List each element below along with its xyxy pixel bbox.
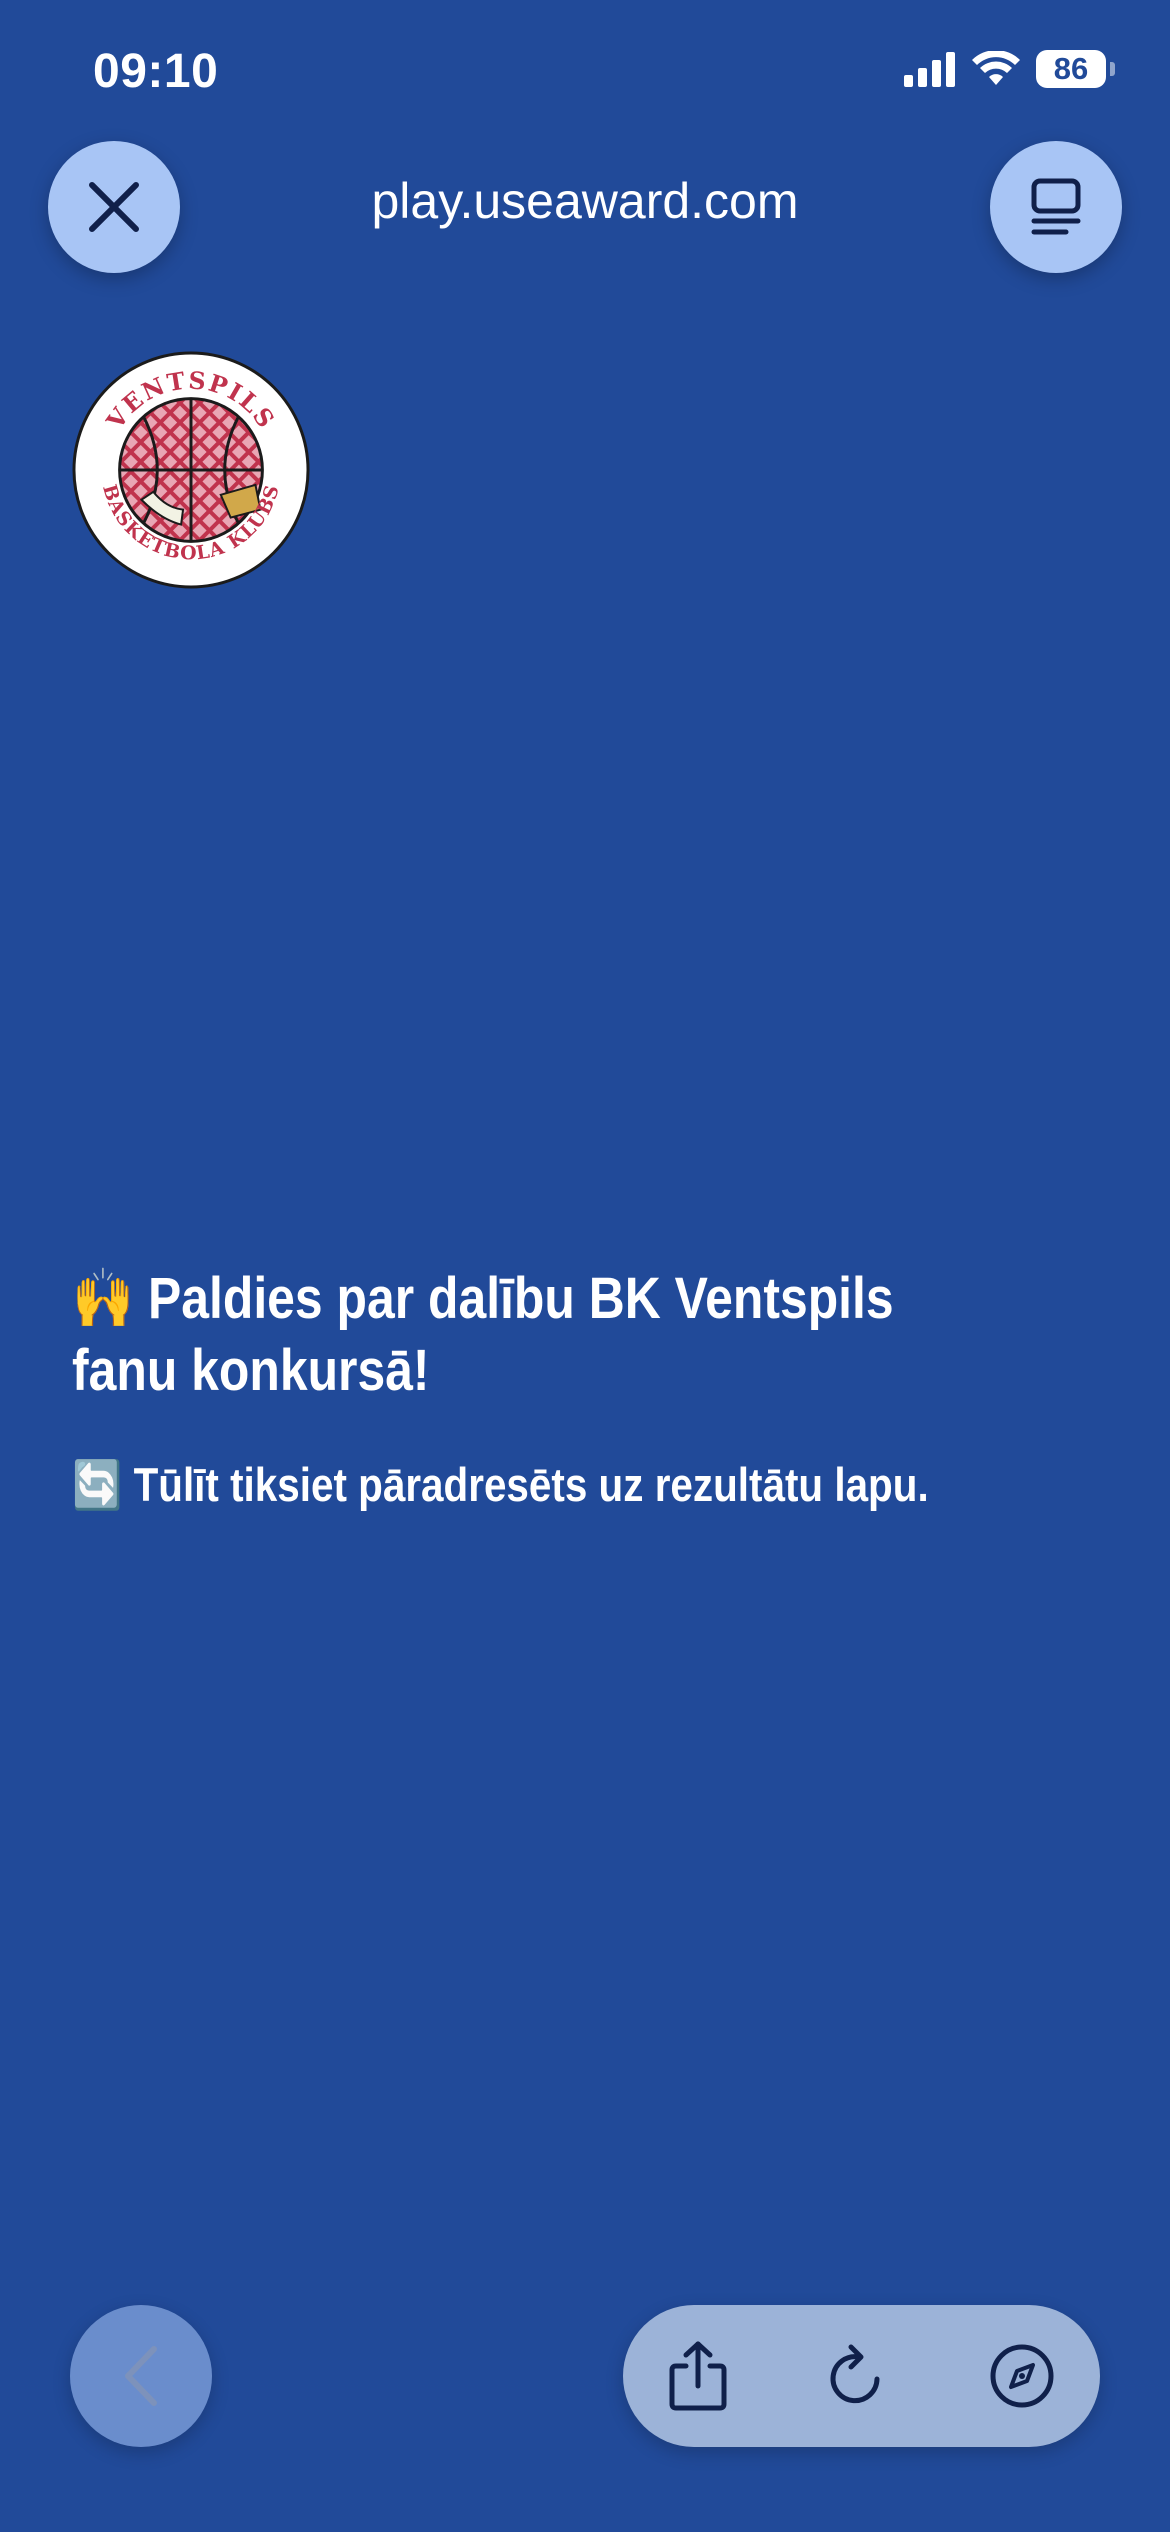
refresh-emoji: 🔄: [72, 1458, 123, 1513]
page-menu-icon: [1031, 178, 1081, 235]
redirect-text: Tūlīt tiksiet pāradresēts uz rezultātu l…: [133, 1458, 929, 1511]
battery-level: 86: [1036, 50, 1106, 88]
browser-screen: 09:10 86 play.useaward.com VENTSPILS BAS…: [0, 0, 1170, 2532]
thank-you-text: Paldies par dalību BK Ventspils fanu kon…: [72, 1266, 894, 1403]
redirect-message: 🔄 Tūlīt tiksiet pāradresēts uz rezultātu…: [72, 1452, 966, 1519]
status-icons: 86: [904, 50, 1115, 88]
wifi-icon: [972, 51, 1020, 85]
page-menu-button[interactable]: [990, 141, 1122, 273]
battery-icon: 86: [1036, 50, 1115, 88]
compass-button[interactable]: [982, 2336, 1062, 2416]
reload-icon: [830, 2344, 880, 2404]
compass-icon: [990, 2344, 1054, 2408]
browser-toolbar: [623, 2305, 1100, 2447]
share-button[interactable]: [658, 2336, 738, 2416]
status-time: 09:10: [93, 45, 219, 98]
thank-you-heading: 🙌 Paldies par dalību BK Ventspils fanu k…: [72, 1262, 966, 1407]
raised-hands-emoji: 🙌: [72, 1264, 135, 1332]
back-icon: [125, 2346, 157, 2406]
back-button[interactable]: [70, 2305, 212, 2447]
share-icon: [669, 2341, 727, 2411]
reload-button[interactable]: [819, 2336, 899, 2416]
cellular-signal-icon: [904, 52, 955, 87]
ventspils-logo: VENTSPILS BASKETBOLA KLUBS: [72, 351, 310, 589]
